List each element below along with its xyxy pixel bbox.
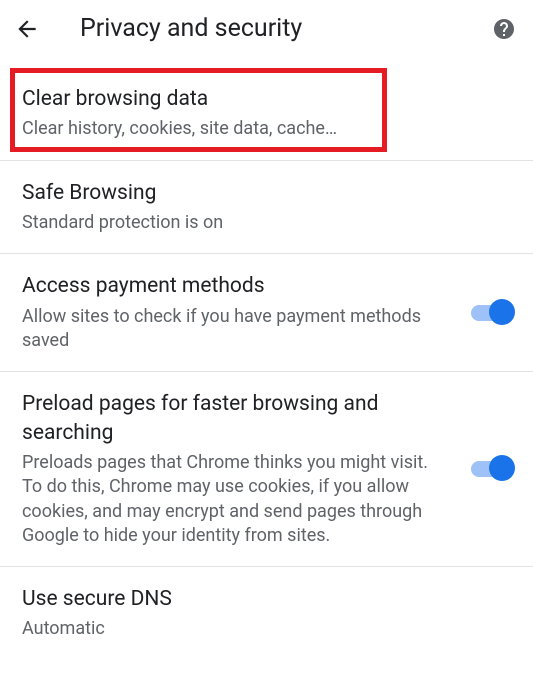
back-arrow-icon[interactable] <box>14 16 40 42</box>
item-subtitle: Allow sites to check if you have payment… <box>22 305 449 354</box>
item-subtitle: Standard protection is on <box>22 211 511 235</box>
item-title: Preload pages for faster browsing and se… <box>22 390 449 447</box>
setting-clear-browsing-data[interactable]: Clear browsing data Clear history, cooki… <box>0 67 533 161</box>
help-icon[interactable] <box>491 16 517 42</box>
setting-preload-pages[interactable]: Preload pages for faster browsing and se… <box>0 372 533 567</box>
item-subtitle: Automatic <box>22 617 511 641</box>
item-text: Clear browsing data Clear history, cooki… <box>22 85 511 142</box>
item-text: Access payment methods Allow sites to ch… <box>22 272 449 353</box>
item-subtitle: Clear history, cookies, site data, cache… <box>22 117 511 141</box>
header: Privacy and security <box>0 0 533 57</box>
item-text: Safe Browsing Standard protection is on <box>22 179 511 236</box>
toggle-payment-methods[interactable] <box>471 305 511 321</box>
item-title: Access payment methods <box>22 272 449 300</box>
item-title: Clear browsing data <box>22 85 511 113</box>
item-title: Safe Browsing <box>22 179 511 207</box>
toggle-preload-pages[interactable] <box>471 461 511 477</box>
item-text: Preload pages for faster browsing and se… <box>22 390 449 548</box>
item-text: Use secure DNS Automatic <box>22 585 511 642</box>
setting-safe-browsing[interactable]: Safe Browsing Standard protection is on <box>0 161 533 255</box>
setting-payment-methods[interactable]: Access payment methods Allow sites to ch… <box>0 254 533 372</box>
settings-list: Clear browsing data Clear history, cooki… <box>0 57 533 660</box>
page-title: Privacy and security <box>80 14 302 43</box>
item-title: Use secure DNS <box>22 585 511 613</box>
setting-secure-dns[interactable]: Use secure DNS Automatic <box>0 567 533 660</box>
item-subtitle: Preloads pages that Chrome thinks you mi… <box>22 451 449 548</box>
